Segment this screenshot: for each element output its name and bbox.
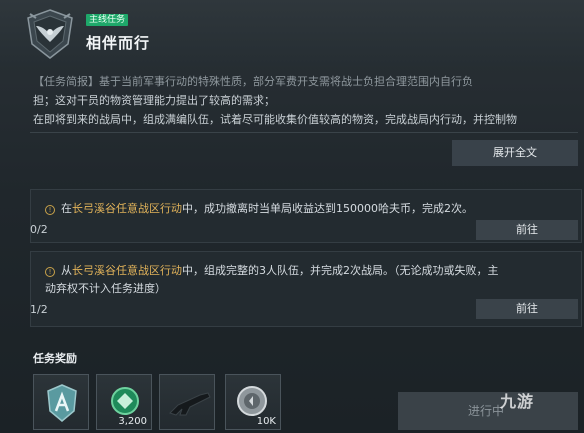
reward-slot-rifle[interactable]	[159, 374, 215, 430]
rewards-title: 任务奖励	[33, 352, 77, 365]
objective-1-pre: 在	[61, 202, 72, 215]
info-icon: !	[45, 267, 55, 277]
briefing-line-2: 担；这对干员的物资管理能力提出了较高的需求；	[33, 94, 275, 107]
briefing-line-1: 【任务简报】基于当前军事行动的特殊性质，部分军费开支需将战士负担合理范围内自行负	[33, 75, 473, 88]
divider	[30, 132, 578, 133]
objective-2-go-button[interactable]: 前往	[476, 299, 578, 319]
objective-2-pre: 从	[61, 264, 72, 277]
objective-1-progress: 0/2	[30, 223, 48, 236]
reward-coin-qty: 10K	[256, 416, 276, 427]
info-icon: !	[45, 205, 55, 215]
eagle-emblem-icon	[27, 9, 73, 59]
header: 主线任务 相伴而行	[0, 0, 584, 66]
mission-title: 相伴而行	[86, 34, 151, 52]
objective-2-progress: 1/2	[30, 303, 48, 316]
objective-1-desc: 中，成功撤离时当单局收益达到150000哈夫币，完成2次。	[182, 202, 473, 215]
watermark-logo: 九游	[500, 392, 535, 411]
mission-briefing: 【任务简报】基于当前军事行动的特殊性质，部分军费开支需将战士负担合理范围内自行负…	[33, 72, 578, 129]
badge-icon	[47, 384, 77, 422]
objective-2-location: 长弓溪谷任意战区行动	[72, 264, 182, 277]
expand-full-text-button[interactable]: 展开全文	[452, 140, 578, 166]
briefing-line-3: 在即将到来的战局中，组成满编队伍，试着尽可能收集价值较高的物资，完成战局内行动，…	[33, 113, 517, 126]
reward-medal-qty: 3,200	[118, 416, 147, 427]
in-progress-button[interactable]: 进行中	[398, 392, 578, 430]
objective-2-desc-line2: 动弃权不计入任务进度）	[45, 282, 166, 295]
reward-slot-medal[interactable]: 3,200	[96, 374, 152, 430]
rifle-icon	[169, 392, 211, 416]
mission-type-tag: 主线任务	[86, 14, 129, 26]
reward-slot-coin[interactable]: 10K	[225, 374, 281, 430]
objective-1-location: 长弓溪谷任意战区行动	[72, 202, 182, 215]
objective-1-go-button[interactable]: 前往	[476, 220, 578, 240]
reward-slot-badge[interactable]	[33, 374, 89, 430]
objective-2-desc: 中，组成完整的3人队伍，并完成2次战局。（无论成功或失败，主	[182, 264, 499, 277]
